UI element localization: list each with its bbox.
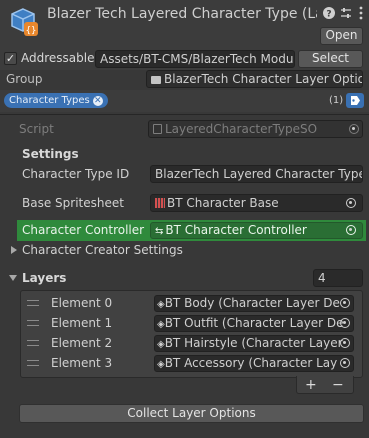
controller-icon: ⇆	[155, 226, 164, 237]
element-field[interactable]: ◈BT Hairstyle (Character Layer	[154, 335, 354, 352]
address-path-field[interactable]: Assets/BT-CMS/BlazerTech Modula	[95, 50, 295, 68]
layer-asset-icon: ◈	[157, 319, 165, 330]
svg-text:?: ?	[326, 10, 331, 20]
drag-handle-icon[interactable]	[27, 360, 39, 366]
divider	[0, 114, 369, 115]
remove-element-button[interactable]: −	[332, 377, 344, 393]
object-picker-icon[interactable]	[340, 318, 350, 328]
collect-layer-options-button[interactable]: Collect Layer Options	[19, 404, 364, 423]
element-value: BT Outfit (Character Layer De	[164, 316, 344, 330]
add-element-button[interactable]: +	[305, 377, 317, 393]
base-spritesheet-value: BT Character Base	[167, 196, 279, 210]
addressable-checkbox[interactable]: ✓	[4, 52, 17, 65]
object-picker-icon[interactable]	[340, 338, 350, 348]
group-label: Group	[6, 72, 43, 86]
element-label: Element 3	[51, 356, 113, 370]
object-picker-icon[interactable]	[349, 124, 359, 134]
scriptable-object-icon: {}	[10, 7, 40, 37]
character-type-id-label: Character Type ID	[22, 167, 130, 181]
character-controller-field[interactable]: ⇆ BT Character Controller	[150, 222, 363, 239]
base-spritesheet-label: Base Spritesheet	[22, 196, 124, 210]
kebab-menu-icon[interactable]	[354, 5, 368, 21]
help-icon[interactable]: ?	[322, 5, 336, 21]
element-field[interactable]: ◈BT Outfit (Character Layer De	[154, 315, 354, 332]
sprite-icon	[155, 198, 165, 208]
character-type-id-field[interactable]: BlazerTech Layered Character Type	[150, 165, 363, 183]
sliders-icon[interactable]	[339, 5, 353, 21]
tag-icon[interactable]	[346, 93, 364, 108]
object-picker-icon[interactable]	[340, 358, 350, 368]
element-label: Element 0	[51, 296, 113, 310]
character-controller-label: Character Controller	[22, 223, 145, 237]
inspector-title: Blazer Tech Layered Character Type (Laye…	[47, 6, 317, 22]
object-picker-icon[interactable]	[346, 198, 356, 208]
layer-asset-icon: ◈	[157, 339, 165, 350]
layer-asset-icon: ◈	[157, 299, 165, 310]
script-value: LayeredCharacterTypeSO	[165, 122, 318, 136]
remove-label-icon[interactable]: ✕	[92, 96, 103, 106]
layers-label[interactable]: Layers	[22, 271, 66, 285]
script-file-icon	[153, 124, 162, 134]
character-controller-value: BT Character Controller	[165, 223, 307, 237]
layers-count-field[interactable]: 4	[313, 269, 363, 287]
label-count: (1)	[329, 95, 344, 106]
drag-handle-icon[interactable]	[27, 300, 39, 306]
select-button[interactable]: Select	[298, 50, 363, 68]
creator-settings-foldout[interactable]: Character Creator Settings	[22, 243, 183, 257]
element-label: Element 1	[51, 316, 113, 330]
label-chip-text: Character Types	[9, 95, 90, 106]
settings-title: Settings	[22, 147, 79, 161]
label-chip[interactable]: Character Types ✕	[4, 93, 108, 108]
element-value: BT Hairstyle (Character Layer	[164, 336, 343, 350]
element-field[interactable]: ◈BT Body (Character Layer De	[154, 295, 354, 312]
addressable-label: Addressable	[21, 51, 95, 65]
drag-handle-icon[interactable]	[27, 320, 39, 326]
object-picker-icon[interactable]	[346, 225, 356, 235]
layer-asset-icon: ◈	[157, 359, 165, 370]
foldout-arrow-icon[interactable]	[11, 246, 17, 254]
script-field[interactable]: LayeredCharacterTypeSO	[148, 120, 363, 138]
group-dropdown[interactable]: BlazerTech Character Layer Optio	[146, 70, 363, 88]
base-spritesheet-field[interactable]: BT Character Base	[150, 194, 363, 212]
foldout-arrow-icon[interactable]	[9, 275, 17, 281]
drag-handle-icon[interactable]	[27, 340, 39, 346]
element-field[interactable]: ◈BT Accessory (Character Lay	[154, 355, 354, 372]
element-value: BT Body (Character Layer De	[164, 296, 340, 310]
folder-icon	[151, 76, 161, 84]
object-picker-icon[interactable]	[340, 298, 350, 308]
element-value: BT Accessory (Character Lay	[164, 356, 338, 370]
element-label: Element 2	[51, 336, 113, 350]
open-button[interactable]: Open	[320, 27, 363, 45]
svg-text:{}: {}	[26, 26, 37, 36]
script-label: Script	[19, 122, 54, 136]
group-value: BlazerTech Character Layer Optio	[164, 72, 363, 86]
